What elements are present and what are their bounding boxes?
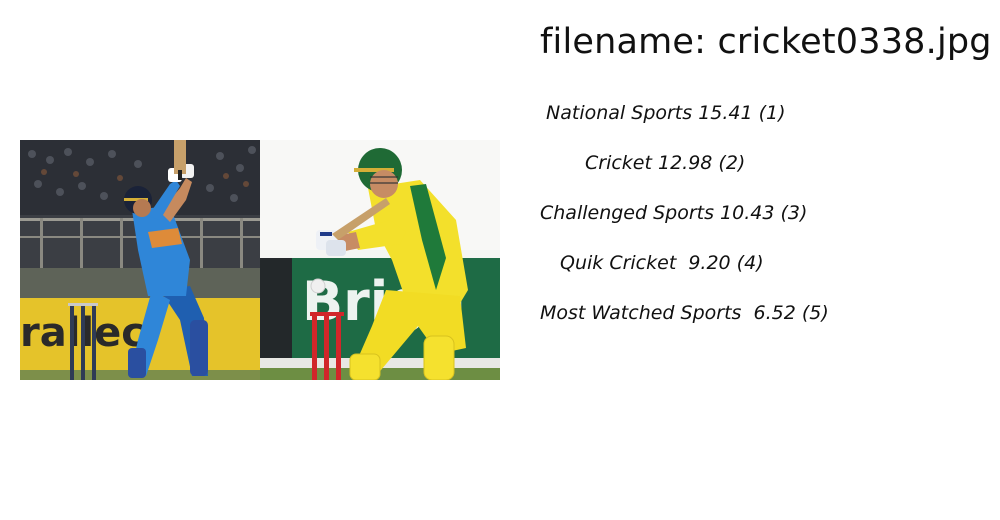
prediction-2: Cricket 12.98 (2) (585, 152, 746, 174)
cricket-photo: rallec (20, 140, 500, 380)
prediction-3: Challenged Sports 10.43 (3) (540, 202, 808, 224)
left-photo-panel: rallec (20, 140, 260, 380)
filename-heading: filename: cricket0338.jpg (540, 22, 992, 62)
right-photo-panel: Brigh (260, 140, 500, 380)
prediction-4: Quik Cricket 9.20 (4) (560, 252, 764, 274)
prediction-5: Most Watched Sports 6.52 (5) (540, 302, 829, 324)
prediction-1: National Sports 15.41 (1) (540, 102, 786, 124)
